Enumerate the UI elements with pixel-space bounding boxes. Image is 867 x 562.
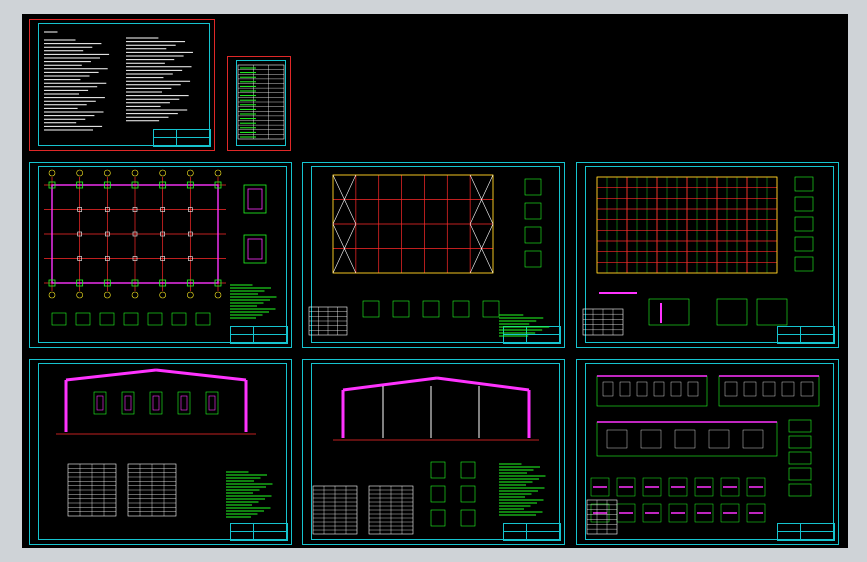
bracing-plan-drawing [308, 174, 550, 337]
notes-text-lines [44, 31, 193, 131]
sheet-wall-elevations-details[interactable] [576, 359, 839, 545]
wall-elevation-drawing [586, 375, 820, 535]
roof-purlin-plan-drawing [582, 176, 814, 336]
sheet-roof-purlin-plan[interactable] [576, 162, 839, 348]
foundation-plan-drawing [44, 169, 277, 326]
sheet-bracing-plan[interactable] [302, 162, 565, 348]
cad-drawing-viewport [0, 0, 867, 562]
frame-elevation-drawing [312, 376, 546, 535]
sheet-frame-elevation-1[interactable] [29, 359, 292, 545]
sheet-cover-notes[interactable] [29, 19, 215, 151]
index-table [237, 64, 285, 140]
sheet-foundation-plan[interactable] [29, 162, 292, 348]
frame-elevation-drawing [56, 368, 273, 518]
sheet-frame-elevation-2[interactable] [302, 359, 565, 545]
sheet-drawing-index[interactable] [227, 56, 291, 151]
